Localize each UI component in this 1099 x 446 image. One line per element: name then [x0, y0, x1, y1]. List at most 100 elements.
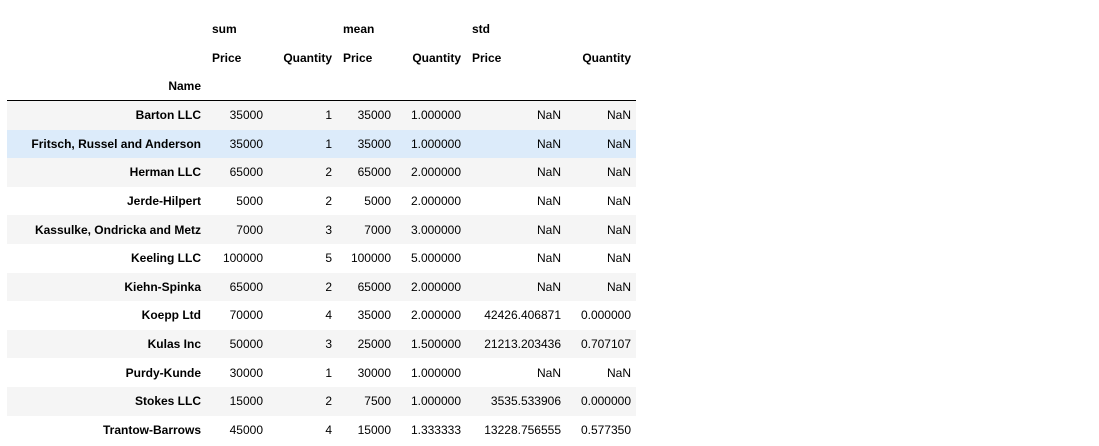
cell-mean-quantity: 1.000000 [410, 394, 461, 409]
cell-mean-quantity: 2.000000 [410, 194, 461, 209]
table-header: sum mean std Price Quantity Price Quanti… [7, 14, 636, 101]
header-blank-cell [7, 43, 206, 72]
row-index-label: Kassulke, Ondricka and Metz [34, 222, 201, 237]
table-row: Jerde-Hilpert 5000 2 5000 2.000000 NaN NaN [7, 186, 636, 216]
row-index-label: Koepp Ltd [141, 308, 201, 323]
cell-std-quantity: NaN [606, 222, 631, 237]
row-index-label: Trantow-Barrows [102, 422, 201, 437]
cell-sum-price: 70000 [229, 308, 263, 323]
header-group-mean: mean [343, 21, 375, 36]
cell-mean-quantity: 1.333333 [410, 422, 461, 437]
cell-sum-quantity: 2 [325, 394, 332, 409]
table-row: Purdy-Kunde 30000 1 30000 1.000000 NaN NaN [7, 358, 636, 387]
cell-std-quantity: NaN [606, 108, 631, 123]
cell-mean-price: 35000 [357, 136, 391, 151]
cell-mean-quantity: 2.000000 [410, 308, 461, 323]
cell-mean-price: 100000 [350, 251, 391, 266]
row-index-label: Stokes LLC [134, 394, 201, 409]
row-index-label: Jerde-Hilpert [126, 194, 201, 209]
index-name-header: Name [168, 79, 201, 93]
cell-mean-quantity: 1.500000 [410, 337, 461, 352]
table-row: Fritsch, Russel and Anderson 35000 1 35000 1… [7, 129, 636, 159]
cell-sum-price: 30000 [229, 365, 263, 380]
dataframe-table: sum mean std Price Quantity Price Quanti… [7, 14, 636, 445]
header-row-level1: Price Quantity Price Quantity Price Quan… [7, 43, 636, 72]
cell-std-price: NaN [536, 108, 561, 123]
cell-sum-quantity: 2 [325, 279, 332, 294]
cell-mean-price: 65000 [357, 279, 391, 294]
cell-sum-price: 65000 [229, 165, 263, 180]
row-index-label: Herman LLC [129, 165, 201, 180]
row-index-label: Fritsch, Russel and Anderson [31, 136, 201, 151]
cell-std-price: 42426.406871 [484, 308, 561, 323]
row-index-label: Barton LLC [135, 108, 201, 123]
cell-mean-quantity: 1.000000 [410, 365, 461, 380]
cell-sum-quantity: 1 [325, 365, 332, 380]
table-row: Stokes LLC 15000 2 7500 1.000000 3535.533906 0… [7, 386, 636, 416]
header-blank-cell [466, 72, 566, 101]
header-blank-cell [566, 72, 636, 101]
cell-sum-quantity: 4 [325, 308, 332, 323]
cell-mean-price: 7500 [364, 394, 391, 409]
row-index-label: Purdy-Kunde [125, 365, 201, 380]
column-header-std-quantity: Quantity [582, 50, 631, 65]
cell-sum-price: 100000 [222, 251, 263, 266]
cell-std-quantity: 0.707107 [580, 337, 631, 352]
cell-mean-quantity: 2.000000 [410, 279, 461, 294]
cell-mean-price: 35000 [357, 308, 391, 323]
table-row: Kulas Inc 50000 3 25000 1.500000 21213.203436… [7, 329, 636, 359]
row-index-label: Kulas Inc [147, 337, 201, 352]
row-index-label: Keeling LLC [130, 251, 201, 266]
cell-sum-quantity: 2 [325, 165, 332, 180]
cell-sum-quantity: 3 [325, 337, 332, 352]
cell-std-quantity: 0.577350 [580, 422, 631, 437]
cell-sum-price: 50000 [229, 337, 263, 352]
cell-std-quantity: NaN [606, 136, 631, 151]
table-body: Barton LLC 35000 1 35000 1.000000 NaN NaN Frits… [7, 100, 636, 445]
cell-std-quantity: 0.000000 [580, 308, 631, 323]
cell-sum-quantity: 4 [325, 422, 332, 437]
table-row: Koepp Ltd 70000 4 35000 2.000000 42426.406871… [7, 301, 636, 330]
cell-sum-price: 45000 [229, 422, 263, 437]
cell-sum-price: 5000 [236, 194, 263, 209]
dataframe-output: sum mean std Price Quantity Price Quanti… [7, 14, 636, 445]
cell-std-quantity: 0.000000 [580, 394, 631, 409]
cell-sum-quantity: 1 [325, 108, 332, 123]
cell-mean-price: 7000 [364, 222, 391, 237]
cell-mean-price: 65000 [357, 165, 391, 180]
header-group-sum: sum [212, 21, 237, 36]
cell-sum-price: 15000 [229, 394, 263, 409]
header-blank-cell [268, 72, 337, 101]
cell-std-price: NaN [536, 251, 561, 266]
table-row: Herman LLC 65000 2 65000 2.000000 NaN NaN [7, 158, 636, 187]
cell-std-price: NaN [536, 165, 561, 180]
cell-sum-price: 7000 [236, 222, 263, 237]
table-row: Kiehn-Spinka 65000 2 65000 2.000000 NaN NaN [7, 272, 636, 302]
column-header-sum-quantity: Quantity [283, 50, 332, 65]
cell-std-price: NaN [536, 136, 561, 151]
header-blank-cell [7, 14, 206, 43]
cell-std-price: NaN [536, 279, 561, 294]
column-header-mean-quantity: Quantity [412, 50, 461, 65]
cell-std-quantity: NaN [606, 194, 631, 209]
cell-mean-quantity: 1.000000 [410, 108, 461, 123]
cell-mean-price: 15000 [357, 422, 391, 437]
cell-std-quantity: NaN [606, 165, 631, 180]
header-row-level0: sum mean std [7, 14, 636, 43]
cell-std-quantity: NaN [606, 279, 631, 294]
cell-sum-quantity: 1 [325, 136, 332, 151]
cell-std-price: 3535.533906 [490, 394, 561, 409]
cell-mean-quantity: 1.000000 [410, 136, 461, 151]
header-blank-cell [337, 72, 396, 101]
cell-mean-price: 5000 [364, 194, 391, 209]
header-blank-cell [206, 72, 268, 101]
column-header-mean-price: Price [343, 50, 373, 65]
row-index-label: Kiehn-Spinka [124, 279, 201, 294]
cell-sum-price: 35000 [229, 108, 263, 123]
cell-mean-price: 25000 [357, 337, 391, 352]
cell-mean-quantity: 2.000000 [410, 165, 461, 180]
table-row: Barton LLC 35000 1 35000 1.000000 NaN NaN [7, 100, 636, 130]
table-row: Keeling LLC 100000 5 100000 5.000000 NaN NaN [7, 243, 636, 273]
cell-std-price: NaN [536, 365, 561, 380]
cell-mean-price: 35000 [357, 108, 391, 123]
